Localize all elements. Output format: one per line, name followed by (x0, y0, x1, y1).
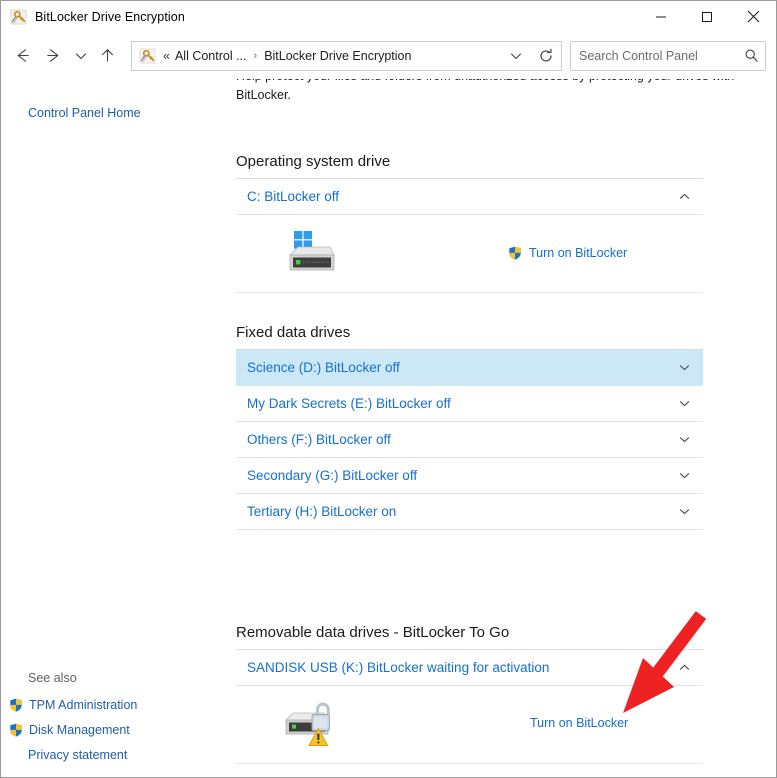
sidebar: Control Panel Home See also TPM Administ… (1, 79, 233, 777)
section-fixed-data-drives: Fixed data drives Science (D:) BitLocker… (236, 324, 703, 530)
back-button[interactable] (7, 40, 38, 71)
chevron-down-icon[interactable] (501, 42, 531, 70)
drive-label: My Dark Secrets (E:) BitLocker off (247, 396, 451, 411)
breadcrumb-separator: › (253, 49, 258, 62)
section-removable-data-drives: Removable data drives - BitLocker To Go … (236, 624, 703, 764)
drive-row[interactable]: C: BitLocker off (236, 179, 703, 215)
drive-label: C: BitLocker off (247, 189, 340, 204)
navigation-bar: « All Control ... › BitLocker Drive Encr… (1, 32, 776, 79)
chevron-down-icon[interactable] (677, 397, 691, 411)
turn-on-bitlocker-link-removable[interactable]: Turn on BitLocker (530, 716, 628, 730)
intro-text: Help protect your files and folders from… (236, 79, 734, 102)
drive-row[interactable]: Others (F:) BitLocker off (236, 422, 703, 458)
drive-row[interactable]: My Dark Secrets (E:) BitLocker off (236, 386, 703, 422)
up-one-level-button[interactable] (92, 40, 123, 71)
refresh-icon[interactable] (531, 42, 561, 70)
drive-row[interactable]: SANDISK USB (K:) BitLocker waiting for a… (236, 650, 703, 686)
search-box[interactable] (570, 40, 766, 71)
drive-label: Tertiary (H:) BitLocker on (247, 504, 397, 519)
bitlocker-window: BitLocker Drive Encryption « All Control… (0, 0, 777, 778)
drive-row[interactable]: Secondary (G:) BitLocker off (236, 458, 703, 494)
sidebar-item-control-panel-home[interactable]: Control Panel Home (28, 106, 141, 120)
drive-label: SANDISK USB (K:) BitLocker waiting for a… (247, 660, 550, 675)
drive-detail-panel: Turn on BitLocker (236, 215, 703, 293)
uac-shield-icon (8, 697, 24, 713)
chevron-up-icon[interactable] (677, 190, 691, 204)
see-also-section: See also TPM Administration Disk Managem… (9, 671, 233, 769)
close-button[interactable] (730, 1, 776, 32)
search-input[interactable] (571, 48, 737, 63)
drive-label: Secondary (G:) BitLocker off (247, 468, 418, 483)
drive-label: Science (D:) BitLocker off (247, 360, 400, 375)
chevron-down-icon[interactable] (677, 433, 691, 447)
windows-hard-drive-icon (284, 229, 338, 277)
maximize-button[interactable] (684, 1, 730, 32)
forward-button[interactable] (38, 40, 69, 71)
minimize-button[interactable] (638, 1, 684, 32)
uac-shield-icon (507, 245, 523, 261)
recent-locations-button[interactable] (69, 40, 92, 71)
section-title: Removable data drives - BitLocker To Go (236, 624, 510, 641)
uac-shield-icon (8, 722, 24, 738)
turn-on-bitlocker-label: Turn on BitLocker (529, 246, 628, 260)
body-area: Control Panel Home See also TPM Administ… (1, 79, 776, 777)
bitlocker-key-icon (139, 47, 157, 65)
section-title: Fixed data drives (236, 324, 351, 341)
breadcrumb-item-all-control-panel[interactable]: All Control ... (175, 49, 247, 63)
drive-label: Others (F:) BitLocker off (247, 432, 391, 447)
sidebar-item-label: Privacy statement (28, 748, 128, 762)
sidebar-item-label: Disk Management (29, 723, 130, 737)
chevron-down-icon[interactable] (677, 469, 691, 483)
drive-detail-panel: Turn on BitLocker (236, 686, 703, 764)
breadcrumb-overflow[interactable]: « (162, 49, 175, 63)
address-bar[interactable]: « All Control ... › BitLocker Drive Encr… (131, 40, 562, 71)
title-bar: BitLocker Drive Encryption (1, 1, 776, 32)
chevron-down-icon[interactable] (677, 361, 691, 375)
turn-on-bitlocker-link-os[interactable]: Turn on BitLocker (507, 245, 627, 261)
sidebar-item-tpm-administration[interactable]: TPM Administration (9, 694, 233, 716)
usb-drive-unlocked-warning-icon (284, 698, 344, 750)
sidebar-item-privacy-statement[interactable]: Privacy statement (28, 744, 233, 766)
see-also-heading: See also (28, 671, 77, 685)
search-icon[interactable] (737, 42, 765, 70)
content-pane: Help protect your files and folders from… (233, 79, 776, 777)
drive-row[interactable]: Science (D:) BitLocker off (236, 350, 703, 386)
drive-row[interactable]: Tertiary (H:) BitLocker on (236, 494, 703, 530)
turn-on-bitlocker-label: Turn on BitLocker (530, 716, 629, 730)
chevron-up-icon[interactable] (677, 661, 691, 675)
sidebar-item-label: TPM Administration (29, 698, 138, 712)
window-title: BitLocker Drive Encryption (35, 9, 185, 24)
breadcrumb-item-bitlocker[interactable]: BitLocker Drive Encryption (264, 49, 411, 63)
section-title: Operating system drive (236, 153, 391, 170)
bitlocker-key-icon (10, 8, 28, 26)
section-operating-system-drive: Operating system drive C: BitLocker off (236, 153, 703, 293)
caption-buttons (638, 1, 776, 32)
chevron-down-icon[interactable] (677, 505, 691, 519)
sidebar-item-disk-management[interactable]: Disk Management (9, 719, 233, 741)
